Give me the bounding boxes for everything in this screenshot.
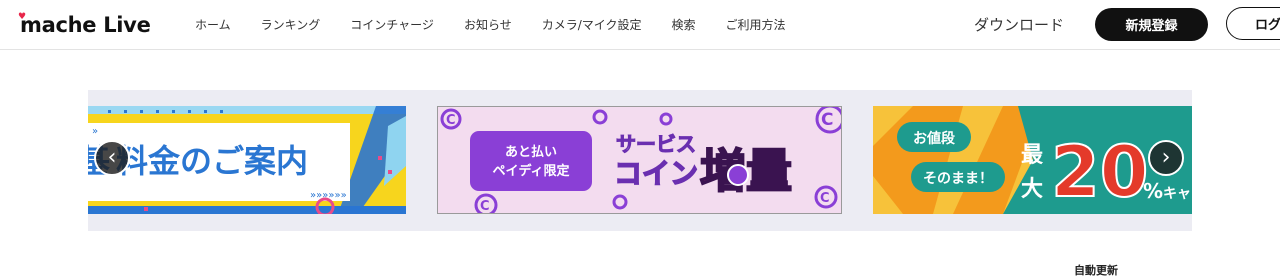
- banner-discount-percent-sign: %: [1143, 179, 1163, 203]
- banner-carousel: » »»»»»» 基 料金のご案内 C C: [88, 90, 1192, 231]
- main-nav: ホーム ランキング コインチャージ お知らせ カメラ/マイク設定 検索 ご利用方…: [195, 0, 816, 49]
- banner-discount[interactable]: お値段 そのまま！ 最 大 20 % キャ: [873, 106, 1192, 214]
- banner-coin-title-top: サービス: [616, 132, 696, 156]
- nav-item-news[interactable]: お知らせ: [464, 16, 512, 33]
- banner-discount-title-top: 最: [1021, 143, 1044, 168]
- nav-item-search[interactable]: 検索: [672, 16, 696, 33]
- logo-text: mache Live: [20, 13, 151, 37]
- svg-text:»: »: [92, 126, 98, 137]
- nav-item-ranking[interactable]: ランキング: [261, 16, 321, 33]
- auto-update-label: 自動更新: [1074, 264, 1118, 277]
- banner-coin-bonus[interactable]: C C C C あと払い ペイディ限定 サービス コイン 増量: [437, 106, 842, 214]
- login-button[interactable]: ログ: [1226, 7, 1280, 40]
- chevron-left-icon: ‹: [107, 145, 117, 170]
- svg-text:C: C: [821, 110, 833, 130]
- svg-text:C: C: [446, 113, 456, 128]
- banner-discount-percent: 20: [1051, 131, 1148, 213]
- download-link[interactable]: ダウンロード: [974, 14, 1064, 35]
- banner-coin-badge-line2: ペイディ限定: [492, 163, 569, 179]
- heart-icon: ♥: [18, 12, 26, 22]
- banner-pricing-text: 料金のご案内: [116, 142, 308, 180]
- svg-text:C: C: [820, 191, 830, 206]
- nav-item-coin-charge[interactable]: コインチャージ: [350, 16, 434, 33]
- banner-discount-badge-top: お値段: [913, 130, 955, 147]
- carousel-next-button[interactable]: ›: [1148, 140, 1184, 176]
- chevron-right-icon: ›: [1161, 145, 1171, 170]
- banner-coin-title-main: コイン: [614, 157, 698, 190]
- nav-item-how-to-use[interactable]: ご利用方法: [726, 16, 786, 33]
- register-button[interactable]: 新規登録: [1095, 8, 1208, 41]
- banner-discount-suffix: キャ: [1163, 186, 1191, 202]
- banner-discount-badge-bottom: そのまま！: [923, 171, 993, 187]
- nav-item-camera-mic-settings[interactable]: カメラ/マイク設定: [542, 16, 642, 33]
- banner-discount-title-bottom: 大: [1021, 177, 1043, 202]
- svg-text:C: C: [480, 199, 490, 213]
- banner-coin-badge-line1: あと払い: [505, 144, 557, 160]
- site-header: ♥ mache Live ホーム ランキング コインチャージ お知らせ カメラ/…: [0, 0, 1280, 50]
- site-logo[interactable]: ♥ mache Live: [18, 11, 151, 39]
- nav-item-home[interactable]: ホーム: [195, 16, 231, 33]
- carousel-prev-button[interactable]: ‹: [94, 140, 130, 176]
- banner-pricing[interactable]: » »»»»»» 基 料金のご案内: [88, 106, 406, 214]
